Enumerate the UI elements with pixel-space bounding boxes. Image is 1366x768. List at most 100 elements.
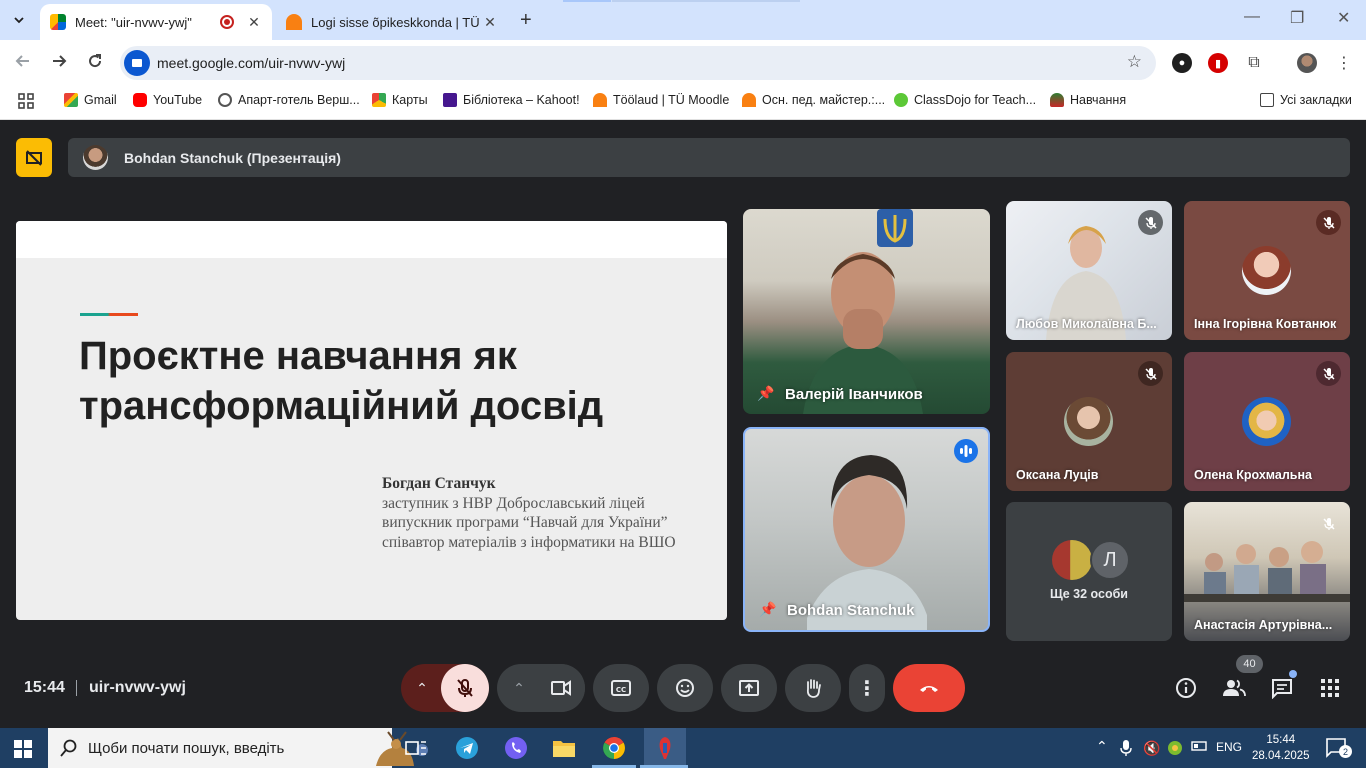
adblock-extension-icon[interactable]: ▮ <box>1208 53 1228 73</box>
reactions-button[interactable] <box>657 664 713 712</box>
forward-button[interactable] <box>50 52 68 75</box>
file-explorer-icon[interactable] <box>548 734 580 762</box>
task-view-icon[interactable] <box>400 734 432 762</box>
chat-icon <box>1272 679 1292 699</box>
avatar <box>1242 246 1291 295</box>
bookmark-gmail[interactable]: Gmail <box>64 93 117 107</box>
raise-hand-button[interactable] <box>785 664 841 712</box>
chevron-down-icon <box>14 17 24 24</box>
extension-icon[interactable]: ● <box>1172 53 1192 73</box>
classdojo-icon <box>894 93 908 107</box>
mic-toggle-button[interactable] <box>441 664 489 712</box>
address-bar[interactable]: meet.google.com/uir-nvwv-ywj ☆ <box>120 46 1156 80</box>
close-tab-icon[interactable]: ✕ <box>482 14 498 31</box>
participant-tile[interactable]: Олена Крохмальна <box>1184 352 1350 491</box>
taskbar-clock[interactable]: 15:44 28.04.2025 <box>1252 732 1310 764</box>
site-info-icon[interactable] <box>124 50 150 76</box>
taskbar-search[interactable]: Щоби почати пошук, введіть <box>48 728 428 768</box>
camera-options-chevron-icon[interactable]: ⌃ <box>497 680 541 697</box>
kebab-menu-icon[interactable]: ⋮ <box>1334 53 1354 73</box>
more-options-button[interactable]: ⋮ <box>849 664 885 712</box>
moodle-icon <box>286 14 302 30</box>
chat-button[interactable] <box>1270 670 1297 700</box>
leave-call-button[interactable] <box>893 664 965 712</box>
participant-name: Інна Ігорівна Ковтанюк <box>1194 317 1337 331</box>
tab-search-button[interactable] <box>6 8 32 32</box>
viber-icon[interactable] <box>500 734 532 762</box>
url-text[interactable]: meet.google.com/uir-nvwv-ywj <box>157 55 345 71</box>
participant-tile[interactable]: 📌 Валерій Іванчиков <box>743 209 990 414</box>
camera-icon <box>551 680 571 696</box>
new-tab-button[interactable]: + <box>520 9 532 32</box>
author-line: заступник з НВР Доброславський ліцей <box>382 494 645 512</box>
apps-grid-icon[interactable] <box>18 93 34 109</box>
tab-meet[interactable]: Meet: "uir-nvwv-ywj" ✕ <box>40 4 272 40</box>
tray-chevron-up-icon[interactable]: ⌃ <box>1096 738 1108 755</box>
chrome-taskbar-icon[interactable] <box>598 734 630 762</box>
puzzle-extensions-icon[interactable]: ⧉ <box>1244 53 1264 73</box>
windows-taskbar: Щоби почати пошук, введіть ⌃ 🔇 ENG 15:44… <box>0 728 1366 768</box>
minimize-icon[interactable]: — <box>1244 8 1260 26</box>
bookmark-moodle[interactable]: Töölaud | TÜ Moodle <box>593 93 729 107</box>
avatar-letter: Л <box>1090 540 1130 580</box>
mic-options-chevron-icon[interactable]: ⌃ <box>401 680 443 697</box>
bookmark-navchannia[interactable]: Навчання <box>1050 93 1126 107</box>
bookmark-maps[interactable]: Карты <box>372 93 428 107</box>
people-button[interactable] <box>1222 676 1246 700</box>
mic-off-icon <box>1138 210 1163 235</box>
participant-tile[interactable]: Анастасія Артурівна... <box>1184 502 1350 641</box>
notifications-icon[interactable]: 2 <box>1325 736 1352 761</box>
microphone-tray-icon[interactable] <box>1120 740 1132 759</box>
tab-moodle[interactable]: Logi sisse õpikeskkonda | TÜ M ✕ <box>276 4 508 40</box>
restore-icon[interactable]: ❐ <box>1290 8 1304 28</box>
telegram-icon[interactable] <box>451 734 483 762</box>
bookmark-star-icon[interactable]: ☆ <box>1127 52 1142 72</box>
profile-avatar[interactable] <box>1297 53 1317 73</box>
all-bookmarks[interactable]: Усі закладки <box>1260 93 1352 107</box>
bookmark-youtube[interactable]: YouTube <box>133 93 202 107</box>
tab-group-indicator <box>563 0 611 2</box>
participant-tile-active-speaker[interactable]: 📌 Bohdan Stanchuk <box>743 427 990 632</box>
presenter-name: Bohdan Stanchuk (Презентація) <box>124 150 341 166</box>
participant-tile[interactable]: Інна Ігорівна Ковтанюк <box>1184 201 1350 340</box>
speaking-indicator-icon <box>954 439 978 463</box>
close-window-icon[interactable]: ✕ <box>1337 8 1350 28</box>
browser-tab-bar: Meet: "uir-nvwv-ywj" ✕ Logi sisse õpikes… <box>0 0 1366 40</box>
participant-count-badge: 40 <box>1236 655 1263 673</box>
more-participants-tile[interactable]: Л Ще 32 особи <box>1006 502 1172 641</box>
windows-start-icon[interactable] <box>14 740 32 763</box>
bookmark-classdojo[interactable]: ClassDojo for Teach... <box>894 93 1036 107</box>
bookmark-apart-hotel[interactable]: Апарт-готель Верш... <box>218 93 360 107</box>
volume-muted-icon[interactable]: 🔇 <box>1143 740 1160 757</box>
meeting-time: 15:44 <box>24 679 65 696</box>
notifications-count: 2 <box>1339 745 1352 758</box>
pin-icon[interactable]: 📌 <box>759 601 776 618</box>
presentation-off-icon[interactable] <box>16 138 52 177</box>
clock-date: 28.04.2025 <box>1252 750 1310 762</box>
close-tab-icon[interactable]: ✕ <box>246 14 262 31</box>
onedrive-tray-icon[interactable] <box>1167 740 1183 759</box>
pin-icon[interactable]: 📌 <box>757 385 774 402</box>
author-line: співавтор матеріалів з інформатики на ВШ… <box>382 533 676 551</box>
back-button[interactable] <box>14 52 32 75</box>
reload-button[interactable] <box>86 52 104 75</box>
language-indicator[interactable]: ENG <box>1216 740 1242 754</box>
present-screen-button[interactable] <box>721 664 777 712</box>
captions-button[interactable]: CC <box>593 664 649 712</box>
slide-author-block: Богдан Станчук заступник з НВР Доброслав… <box>382 474 676 552</box>
network-tray-icon[interactable] <box>1191 740 1207 755</box>
emoji-icon <box>676 679 694 697</box>
activities-button[interactable] <box>1318 676 1342 700</box>
participant-name: Анастасія Артурівна... <box>1194 618 1333 632</box>
camera-toggle-button[interactable] <box>537 664 585 712</box>
meeting-info-button[interactable] <box>1174 676 1198 700</box>
mic-off-icon <box>1138 361 1163 386</box>
kahoot-icon <box>443 93 457 107</box>
bookmark-pedagogy[interactable]: Осн. пед. майстер.:... <box>742 93 885 107</box>
avatar <box>1052 540 1092 580</box>
presentation-slide[interactable]: Проєктне навчання як трансформаційний до… <box>16 221 727 620</box>
participant-tile[interactable]: Любов Миколаївна Б... <box>1006 201 1172 340</box>
bookmark-kahoot[interactable]: Бібліотека – Kahoot! <box>443 93 580 107</box>
app-taskbar-icon[interactable] <box>644 728 686 768</box>
participant-tile[interactable]: Оксана Луців <box>1006 352 1172 491</box>
